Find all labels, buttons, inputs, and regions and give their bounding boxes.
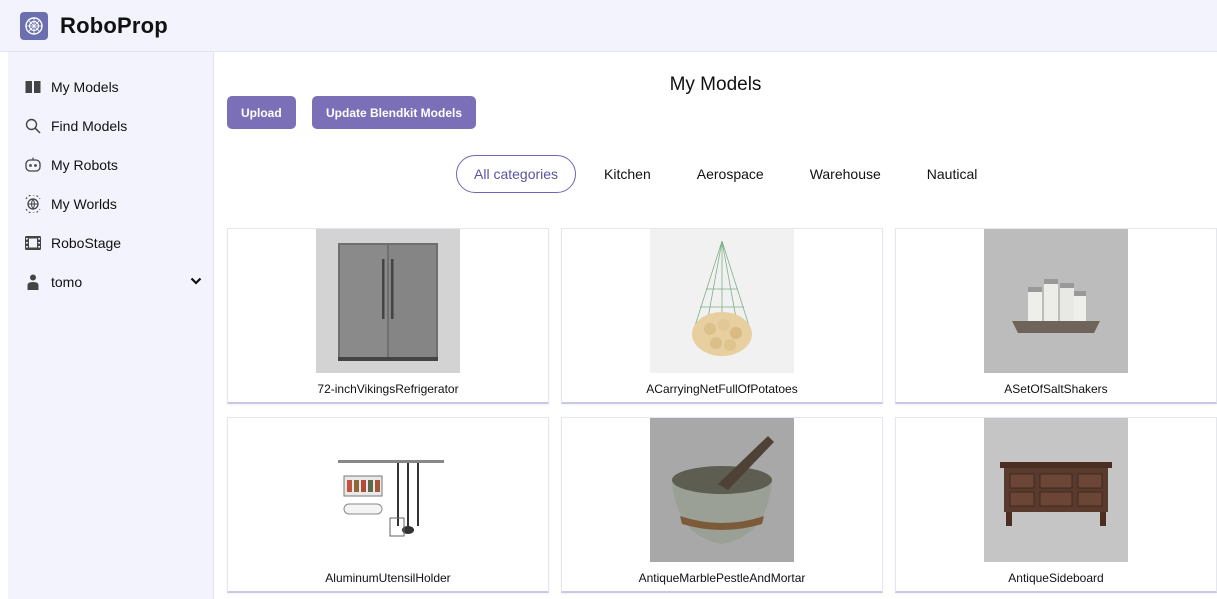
chevron-down-icon[interactable]: [190, 273, 202, 291]
model-name: AntiqueMarblePestleAndMortar: [638, 571, 806, 585]
category-warehouse[interactable]: Warehouse: [792, 155, 899, 193]
model-card[interactable]: AluminumUtensilHolder: [227, 417, 549, 593]
category-filter: All categories Kitchen Aerospace Warehou…: [456, 155, 1005, 193]
category-nautical[interactable]: Nautical: [909, 155, 996, 193]
model-card[interactable]: AntiqueSideboard: [895, 417, 1217, 593]
main-content: My Models Upload Update Blendkit Models …: [214, 52, 1217, 599]
model-name: 72-inchVikingsRefrigerator: [317, 382, 459, 396]
sidebar-item-my-robots[interactable]: My Robots: [24, 153, 204, 177]
sidebar-item-robostage[interactable]: RoboStage: [24, 231, 204, 255]
sidebar: My Models Find Models My Robots My World…: [8, 52, 214, 599]
user-icon: [24, 273, 42, 291]
model-card[interactable]: 72-inchVikingsRefrigerator: [227, 228, 549, 404]
sidebar-item-my-worlds[interactable]: My Worlds: [24, 192, 204, 216]
robot-logo-icon[interactable]: [20, 11, 48, 40]
model-name: AntiqueSideboard: [1008, 571, 1104, 585]
model-thumbnail: [984, 418, 1128, 562]
model-thumbnail: [984, 229, 1128, 373]
model-name: ACarryingNetFullOfPotatoes: [646, 382, 798, 396]
sidebar-item-label: Find Models: [51, 118, 128, 134]
model-card[interactable]: AntiqueMarblePestleAndMortar: [561, 417, 883, 593]
model-card[interactable]: ASetOfSaltShakers: [895, 228, 1217, 404]
category-all[interactable]: All categories: [456, 155, 577, 193]
model-thumbnail: [650, 229, 794, 373]
model-name: ASetOfSaltShakers: [1004, 382, 1108, 396]
search-icon: [24, 117, 42, 135]
sidebar-item-label: My Models: [51, 79, 119, 95]
sidebar-item-label: RoboStage: [51, 235, 122, 251]
category-aerospace[interactable]: Aerospace: [679, 155, 782, 193]
upload-button[interactable]: Upload: [227, 96, 296, 129]
model-thumbnail: [316, 229, 460, 373]
top-bar: RoboProp: [0, 0, 1217, 52]
model-thumbnail: [316, 418, 460, 562]
update-blendkit-models-button[interactable]: Update Blendkit Models: [312, 96, 477, 129]
film-icon: [24, 234, 42, 252]
model-name: AluminumUtensilHolder: [325, 571, 451, 585]
sidebar-item-find-models[interactable]: Find Models: [24, 114, 204, 138]
page-title: My Models: [669, 74, 762, 95]
sidebar-item-label: My Robots: [51, 157, 118, 173]
model-thumbnail: [650, 418, 794, 562]
sidebar-item-label: tomo: [51, 274, 83, 290]
sidebar-item-user-menu[interactable]: tomo: [24, 270, 204, 294]
model-card[interactable]: ACarryingNetFullOfPotatoes: [561, 228, 883, 404]
app-name[interactable]: RoboProp: [60, 13, 168, 39]
globe-icon: [24, 195, 42, 213]
robot-head-icon: [24, 156, 42, 174]
book-icon: [24, 78, 42, 96]
sidebar-item-label: My Worlds: [51, 196, 117, 212]
category-kitchen[interactable]: Kitchen: [586, 155, 669, 193]
sidebar-item-my-models[interactable]: My Models: [24, 75, 204, 99]
